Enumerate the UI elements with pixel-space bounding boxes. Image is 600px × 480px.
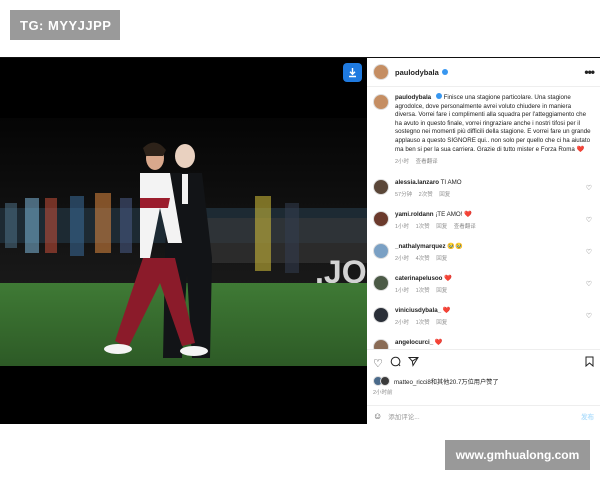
watermark-top: TG: MYYJJPP [10,10,120,40]
avatar[interactable] [373,306,389,323]
post-panel: paulodybala ••• paulodybala Finisce una … [367,58,600,424]
comment-time: 1小时 [395,223,410,230]
comment-time: 2小时 [395,255,410,262]
avatar[interactable] [380,376,390,386]
likes-text[interactable]: matteo_ricci8和其他20.7万位用户赞了 [394,377,499,386]
comment-username[interactable]: yami.roldann [395,211,434,218]
comment-item: viniciusdybala_ ❤️ 2小时 1次赞 回复 ♡ [367,306,600,327]
more-icon[interactable]: ••• [584,65,595,79]
comment-time: 57分钟 [395,191,413,198]
reply-link[interactable]: 回复 [436,320,447,326]
comment-item: alessia.lanzaro TI AMO 57分钟 2次赞 回复 ♡ [367,178,600,199]
comment-username[interactable]: _nathalymarquez [395,243,446,250]
download-icon[interactable] [343,63,362,82]
comment-text: ❤️ [442,306,451,314]
share-icon[interactable] [407,356,419,370]
caption: paulodybala Finisce una stagione partico… [367,87,600,167]
comment-username[interactable]: caterinapelusoo [395,275,442,282]
reply-link[interactable]: 回复 [436,224,447,230]
post-modal: .JO paulodybala ••• paulodybala Finisce … [0,57,600,424]
reply-link[interactable]: 回复 [436,256,447,262]
heart-icon[interactable]: ♡ [586,216,592,224]
reply-link[interactable]: 回复 [439,192,450,198]
caption-meta: 2小时 查看翻译 [395,158,594,167]
post-button[interactable]: 发布 [581,411,594,421]
comments-scroll[interactable]: paulodybala Finisce una stagione partico… [367,87,600,349]
translate-link[interactable]: 查看翻译 [416,159,438,165]
comment-text: ¡TE AMO! ❤️ [435,210,472,218]
comment-icon[interactable] [390,356,401,370]
add-comment-row: ☺ 添加评论... 发布 [367,405,600,425]
username-link[interactable]: paulodybala [395,68,439,77]
comment-username[interactable]: alessia.lanzaro [395,179,439,186]
verified-icon [435,93,442,99]
caption-time: 2小时 [395,159,410,166]
comment-item: yami.roldann ¡TE AMO! ❤️ 1小时 1次赞 回复 查看翻译… [367,210,600,231]
save-icon[interactable] [585,356,594,370]
heart-icon[interactable]: ♡ [586,312,592,320]
caption-body: Finisce una stagione particolare. Una st… [395,94,591,153]
caption-username[interactable]: paulodybala [395,94,431,101]
verified-icon [441,69,448,75]
watermark-bottom: www.gmhualong.com [445,440,590,470]
photo-illustration: .JO [0,58,367,424]
action-icons: ♡ [367,350,600,370]
avatar[interactable] [373,242,389,259]
avatar[interactable] [373,64,389,80]
comment-likes[interactable]: 1次赞 [416,320,430,326]
comment-likes[interactable]: 1次赞 [416,288,430,294]
comment-item: angelocurci_ ❤️ [367,338,600,349]
comment-likes[interactable]: 2次赞 [419,192,433,198]
avatar[interactable] [373,338,389,349]
heart-icon[interactable]: ♡ [373,357,383,370]
comment-item: _nathalymarquez 🥹🥹 2小时 4次赞 回复 ♡ [367,242,600,263]
action-bar: ♡ matteo_ricci8和其他20.7万位用户赞了 2小时前 ☺ 添加评论… [367,349,600,425]
post-date: 2小时前 [373,390,393,396]
heart-icon[interactable]: ♡ [586,248,592,256]
avatar[interactable] [373,178,389,195]
avatar[interactable] [373,274,389,291]
comment-username[interactable]: angelocurci_ [395,339,433,346]
likes-row: matteo_ricci8和其他20.7万位用户赞了 [367,370,600,386]
heart-icon[interactable]: ♡ [586,184,592,192]
add-comment-input[interactable]: 添加评论... [388,411,419,421]
post-header: paulodybala ••• [367,58,600,87]
comment-text: ❤️ [444,274,452,282]
comment-time: 2小时 [395,319,410,326]
comment-text: 🥹🥹 [447,242,463,250]
post-photo: .JO [0,58,367,424]
comment-text: ❤️ [434,338,443,346]
caption-text: paulodybala Finisce una stagione partico… [395,93,594,167]
reply-link[interactable]: 回复 [436,288,447,294]
comment-username[interactable]: viniciusdybala_ [395,307,441,314]
comment-likes[interactable]: 4次赞 [416,256,430,262]
comment-text: TI AMO [440,178,462,186]
comment-likes[interactable]: 1次赞 [416,224,430,230]
heart-icon[interactable]: ♡ [586,280,592,288]
emoji-icon[interactable]: ☺ [373,411,382,421]
avatar[interactable] [373,210,389,227]
comment-item: caterinapelusoo ❤️ 1小时 1次赞 回复 ♡ [367,274,600,295]
comment-time: 1小时 [395,287,410,294]
avatar[interactable] [373,94,389,110]
translate-link[interactable]: 查看翻译 [454,224,476,230]
